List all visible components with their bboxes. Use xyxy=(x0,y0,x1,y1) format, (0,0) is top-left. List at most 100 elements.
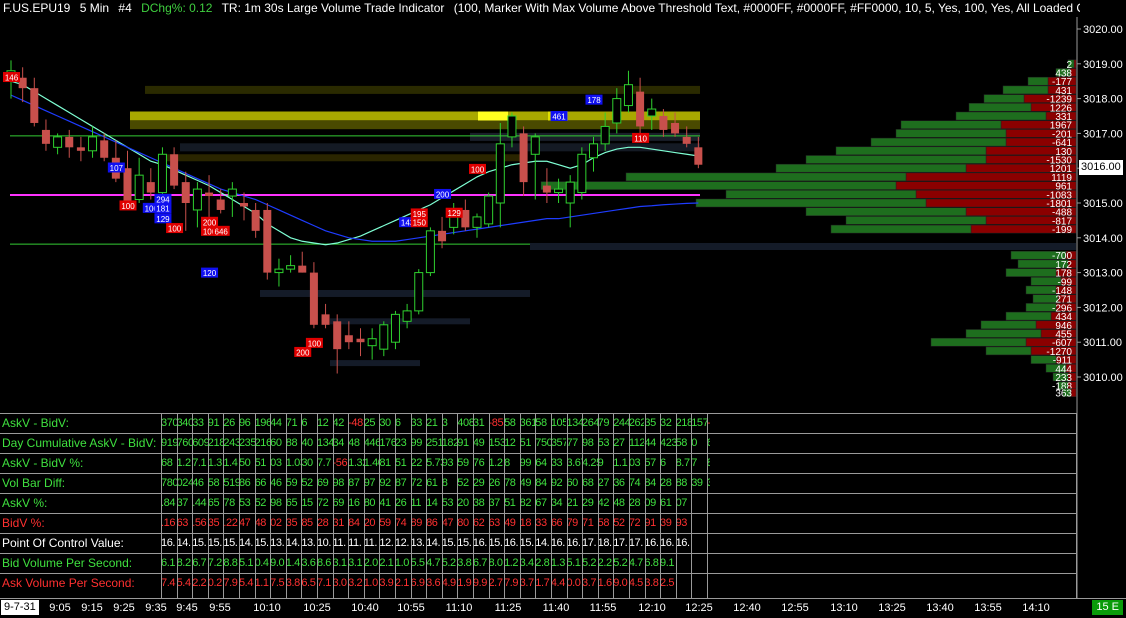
table-cell: 446 xyxy=(363,437,380,449)
table-cell: 6.9 xyxy=(410,577,425,589)
volume-marker[interactable]: 646 xyxy=(212,225,230,237)
table-column-divider xyxy=(363,413,365,598)
volume-marker[interactable]: 178 xyxy=(585,94,603,106)
candle-body-up xyxy=(88,136,98,152)
time-tick-label: 13:25 xyxy=(878,602,906,614)
table-cell: 49 xyxy=(472,437,485,449)
volume-marker[interactable]: 200 xyxy=(434,188,452,200)
table-cell: 11. xyxy=(348,537,362,549)
volume-marker[interactable]: 150 xyxy=(410,217,428,228)
volume-marker[interactable]: 200 xyxy=(294,346,312,358)
table-cell: 22 xyxy=(410,457,423,469)
price-tick-label: 3019.00 xyxy=(1083,59,1123,71)
volume-marker[interactable]: 181 xyxy=(154,203,172,214)
volume-marker[interactable]: 129 xyxy=(154,213,172,224)
candle-body-up xyxy=(425,230,435,274)
volume-marker[interactable]: 129 xyxy=(445,207,463,219)
table-cell: 5.5 xyxy=(410,557,425,569)
interval-label[interactable]: 5 Min xyxy=(80,1,109,15)
table-cell: 91 xyxy=(207,417,220,429)
table-column-divider xyxy=(457,413,459,598)
table-cell: 14. xyxy=(426,537,441,549)
table-cell: 69 xyxy=(316,477,329,489)
table-cell: 17. xyxy=(582,537,597,549)
table-cell: 18 xyxy=(519,517,532,529)
time-axis[interactable]: 9:05 9:15 9:25 9:35 9:45 9:55 10:10 10:25 10:40 1… xyxy=(0,598,1126,618)
profile-delta-label: -199 xyxy=(1052,225,1072,236)
price-tick-label: 3013.00 xyxy=(1083,268,1123,280)
table-cell: 1.9 xyxy=(457,577,472,589)
profile-ask-bar xyxy=(830,224,972,234)
table-cell: 58 xyxy=(504,417,516,429)
candle-body-up xyxy=(507,115,517,138)
candle-body-up xyxy=(414,272,424,312)
table-cell: .84 xyxy=(161,497,176,509)
volume-marker[interactable]: 100 xyxy=(166,223,184,234)
volume-marker[interactable]: 146 xyxy=(3,72,20,83)
table-cell: 47 xyxy=(238,517,251,529)
candle-body-up xyxy=(134,174,144,201)
profile-ask-bar xyxy=(1027,76,1049,86)
volume-marker[interactable]: 100 xyxy=(469,163,486,175)
table-cell: 7.4 xyxy=(161,577,176,589)
table-column-divider xyxy=(348,413,350,598)
table-cell: 1.2 xyxy=(504,557,519,569)
price-tick-label: 3014.00 xyxy=(1083,233,1123,245)
table-cell: 3.4 xyxy=(519,557,534,569)
volume-marker[interactable]: 107 xyxy=(107,162,125,174)
table-cell: 218 xyxy=(675,417,692,429)
price-axis[interactable]: 3020.00 3019.00 3018.00 3017.00 3016.00 3015.… xyxy=(1076,17,1123,598)
volume-marker[interactable]: 461 xyxy=(550,111,568,122)
table-column-divider xyxy=(192,413,194,598)
table-cell: 52 xyxy=(254,497,267,509)
candle-body-down xyxy=(30,88,39,123)
table-cell: 15. xyxy=(223,537,238,549)
table-cell: 34 xyxy=(332,437,345,449)
table-cell: 3.1 xyxy=(348,557,363,569)
table-cell: 8 xyxy=(504,457,510,469)
table-cell: 105 xyxy=(550,417,567,429)
candle-body-up xyxy=(647,108,657,117)
volume-marker[interactable]: 100 xyxy=(119,200,137,211)
volume-marker-text: 150 xyxy=(413,219,427,228)
table-cell: 1.3 xyxy=(550,557,565,569)
table-cell: 3.0 xyxy=(332,577,347,589)
table-row-values: 681.27.11.31.45051031.03307.7-56.61.321.… xyxy=(161,457,710,471)
volume-marker[interactable]: 100 xyxy=(305,337,323,349)
table-cell: 91 xyxy=(644,517,656,529)
table-cell: 58 xyxy=(207,477,220,489)
table-cell: 99 xyxy=(519,457,532,469)
table-cell: 69 xyxy=(332,497,345,509)
table-cell: 41 xyxy=(379,497,391,509)
table-column-divider xyxy=(473,413,474,598)
volume-marker[interactable]: 120 xyxy=(201,267,219,279)
volume-marker[interactable]: 110 xyxy=(632,132,650,144)
table-cell: 57 xyxy=(644,457,656,469)
interval-badge[interactable]: 15 E xyxy=(1092,600,1123,615)
profile-ask-bar xyxy=(805,155,987,164)
table-cell: 7.9 xyxy=(504,577,519,589)
table-cell: 99 xyxy=(410,437,423,449)
candle-body-down xyxy=(356,338,365,343)
symbol-label[interactable]: F.US.EPU19 xyxy=(3,1,70,15)
volume-marker[interactable]: 200 xyxy=(201,216,219,228)
table-cell: 4.5 xyxy=(628,577,643,589)
table-cell: 176 xyxy=(379,437,395,449)
table-row-label: Vol Bar Diff: xyxy=(2,476,66,490)
table-cell: 243 xyxy=(223,437,239,449)
table-cell: 25 xyxy=(363,417,376,429)
table-column-divider xyxy=(488,413,490,598)
candle-body-down xyxy=(298,265,307,273)
table-cell: 7.9 xyxy=(223,577,238,589)
table-column-divider xyxy=(426,413,428,598)
table-column-divider xyxy=(270,413,272,598)
candle-body-down xyxy=(181,182,190,203)
profile-bid-bar xyxy=(895,181,1077,190)
study-name[interactable]: TR: 1m 30s Large Volume Trade Indicator xyxy=(222,1,445,15)
table-cell: 14. xyxy=(176,537,191,549)
table-cell: 6.7 xyxy=(192,557,207,569)
table-cell: 35 xyxy=(207,517,220,529)
table-cell: 27 xyxy=(597,477,610,489)
volume-marker[interactable]: 294 xyxy=(154,193,172,205)
table-column-divider xyxy=(161,413,162,598)
